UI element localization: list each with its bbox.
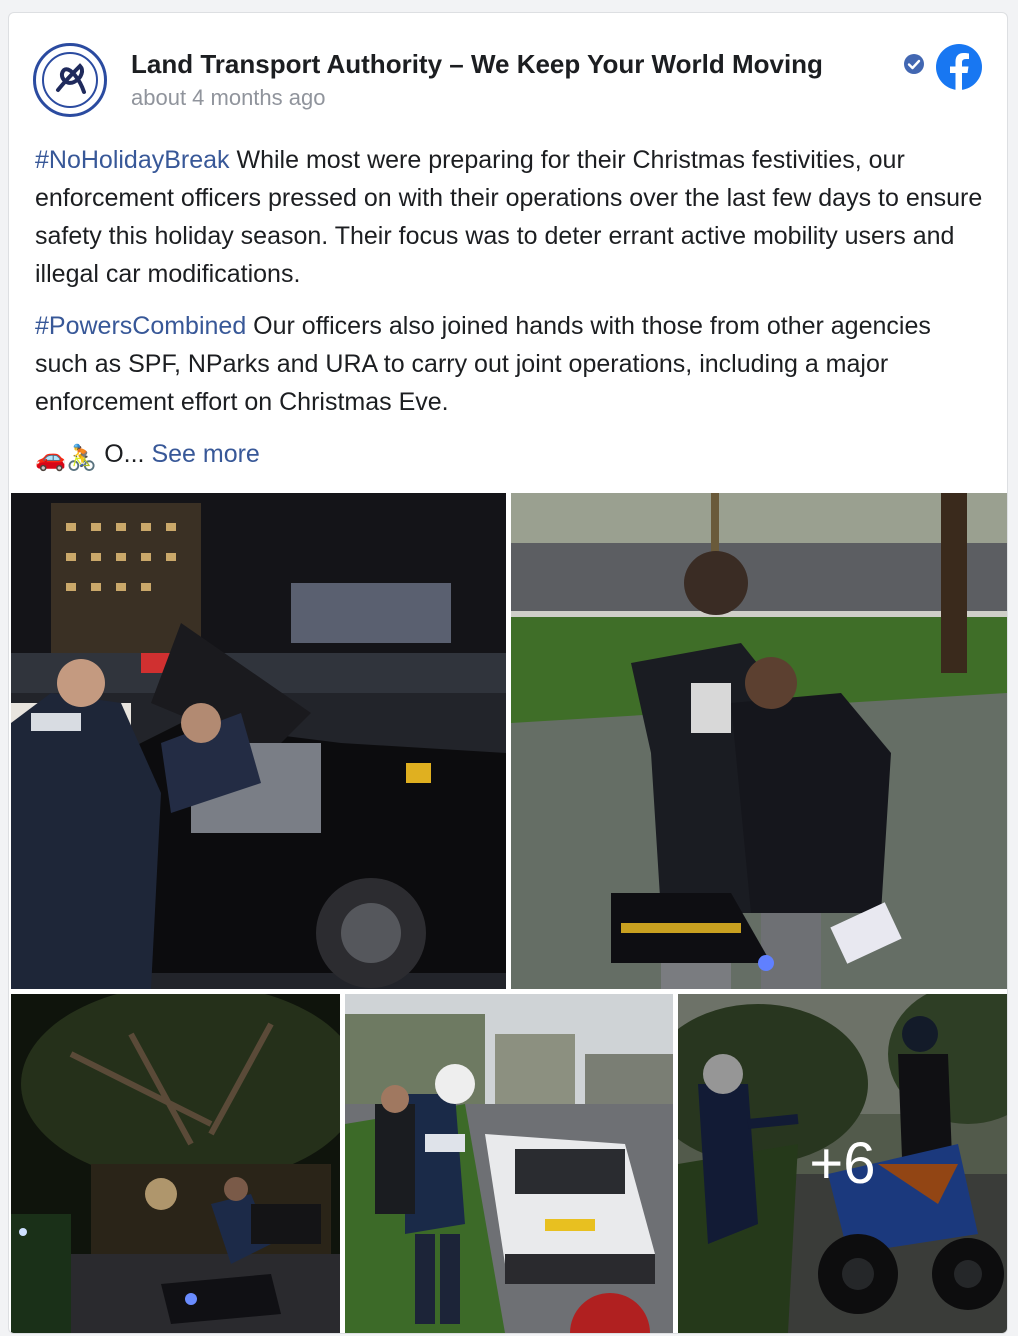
paragraph-3-text: O... [97, 440, 152, 468]
hashtag-noholidaybreak[interactable]: #NoHolidayBreak [35, 146, 230, 174]
photo-4-day-car-inspection[interactable] [345, 994, 673, 1333]
verified-badge-icon [904, 54, 924, 74]
page-name-link[interactable]: Land Transport Authority – We Keep Your … [131, 49, 823, 80]
post-body: #NoHolidayBreak While most were preparin… [35, 141, 985, 491]
photo-2-mobility-device-check[interactable] [511, 493, 1007, 989]
post-header: Land Transport Authority – We Keep Your … [33, 43, 987, 119]
paragraph-1: #NoHolidayBreak While most were preparin… [35, 141, 985, 293]
paragraph-2: #PowersCombined Our officers also joined… [35, 307, 985, 421]
hashtag-powerscombined[interactable]: #PowersCombined [35, 312, 246, 340]
photo-5-motorcycle-check[interactable]: +6 [678, 994, 1007, 1333]
page-avatar[interactable] [33, 43, 107, 117]
photo-grid: +6 [9, 493, 1007, 1333]
facebook-icon[interactable] [935, 43, 983, 91]
paragraph-3: 🚗🚴 O... See more [35, 435, 985, 477]
see-more-link[interactable]: See more [151, 440, 259, 468]
car-bicycle-emoji: 🚗🚴 [35, 444, 98, 472]
post-timestamp[interactable]: about 4 months ago [131, 85, 325, 111]
photo-1-night-car-inspection[interactable] [11, 493, 506, 989]
more-photos-overlay[interactable]: +6 [678, 994, 1007, 1333]
post-card: Land Transport Authority – We Keep Your … [8, 12, 1008, 1334]
photo-3-night-scooter-check[interactable] [11, 994, 340, 1333]
lta-logo-icon [42, 52, 98, 108]
